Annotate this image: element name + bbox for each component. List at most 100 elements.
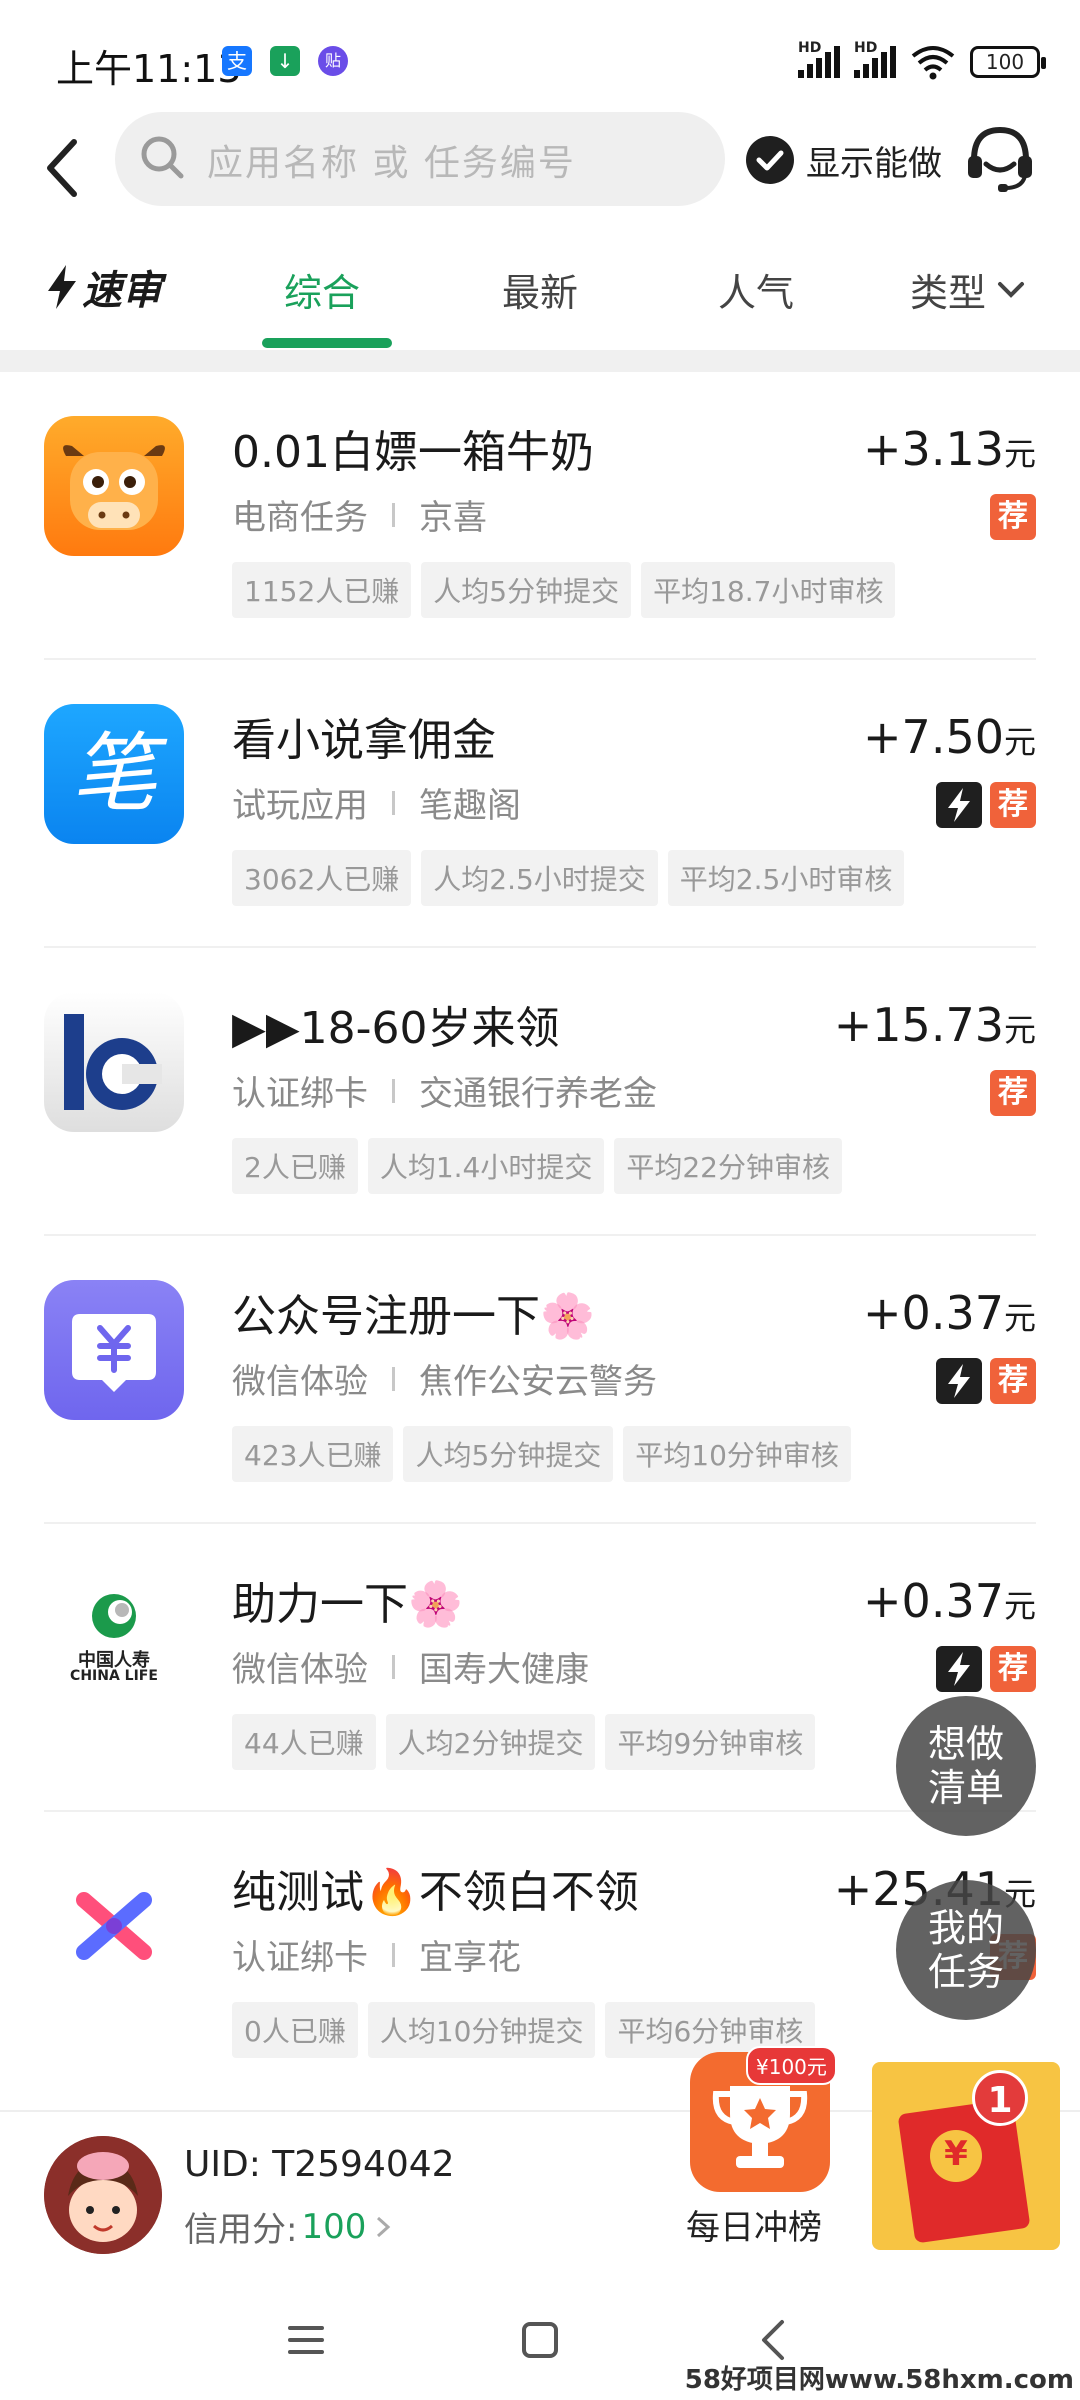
earned-count-tag: 1152人已赚	[232, 562, 412, 618]
user-bar: UID: T2594042 信用分: 100 ¥100元 每日冲榜 ¥ 1	[0, 2046, 1080, 2280]
speed-review-tab[interactable]: 速审	[44, 258, 162, 316]
daily-ranking-label: 每日冲榜	[686, 2208, 822, 2248]
task-badges: 荐	[936, 782, 1036, 828]
search-input[interactable]: 应用名称 或 任务编号	[115, 112, 725, 206]
reward-unit: 元	[1003, 435, 1036, 473]
yuan-chat-icon	[44, 1280, 184, 1420]
review-time-tag: 平均10分钟审核	[623, 1426, 851, 1482]
chevron-right-icon	[377, 2216, 391, 2237]
task-app: 笔趣阁	[419, 786, 521, 826]
wish-list-button[interactable]: 想做清单	[896, 1696, 1036, 1836]
earned-count-tag: 0人已赚	[232, 2002, 358, 2058]
china-life-en-text: CHINA LIFE	[70, 1668, 158, 1684]
show-can-do-label: 显示能做	[806, 143, 942, 184]
task-item[interactable]: 公众号注册一下🌸 微信体验 焦作公安云警务 423人已赚 人均5分钟提交 平均1…	[0, 1236, 1080, 1524]
battery-icon: 100	[970, 46, 1046, 78]
prize-badge: ¥100元	[746, 2046, 837, 2085]
task-item[interactable]: 0.01白嫖一箱牛奶 电商任务 京喜 1152人已赚 人均5分钟提交 平均18.…	[0, 372, 1080, 660]
reward-amount: +3.13	[863, 422, 1004, 476]
header: 应用名称 或 任务编号 显示能做	[0, 110, 1080, 220]
search-placeholder: 应用名称 或 任务编号	[207, 143, 576, 184]
credit-label: 信用分:	[184, 2210, 298, 2250]
tab-comprehensive[interactable]: 综合	[284, 262, 360, 317]
recommend-badge: 荐	[990, 782, 1036, 828]
status-indicators: HD HD 100	[798, 40, 1046, 84]
task-category: 微信体验	[232, 1362, 368, 1402]
task-item[interactable]: ▶▶18-60岁来领 认证绑卡 交通银行养老金 2人已赚 人均1.4小时提交 平…	[0, 948, 1080, 1236]
task-category: 试玩应用	[232, 786, 368, 826]
type-label: 类型	[910, 271, 987, 315]
biquge-pen-icon: 笔	[44, 704, 184, 844]
task-tags: 2人已赚 人均1.4小时提交 平均22分钟审核	[232, 1138, 842, 1194]
task-reward: +0.37元	[863, 1574, 1036, 1628]
task-app: 宜享花	[419, 1938, 521, 1978]
task-meta: 微信体验 国寿大健康	[232, 1642, 589, 1691]
biquge-glyph: 笔	[71, 724, 157, 824]
customer-service-icon[interactable]	[960, 118, 1040, 198]
task-title: 纯测试🔥不领白不领	[232, 1867, 639, 1918]
type-dropdown[interactable]: 类型	[910, 262, 1026, 317]
task-title: 0.01白嫖一箱牛奶	[232, 427, 594, 478]
recommend-badge: 荐	[990, 1070, 1036, 1116]
task-title: 看小说拿佣金	[232, 715, 496, 766]
signal-icon: HD	[798, 40, 840, 78]
task-meta: 微信体验 焦作公安云警务	[232, 1354, 657, 1403]
reward-amount: +0.37	[863, 1574, 1004, 1628]
task-title: 公众号注册一下🌸	[232, 1291, 595, 1342]
task-reward: +15.73元	[834, 998, 1036, 1052]
review-time-tag: 平均22分钟审核	[614, 1138, 842, 1194]
alipay-notification-icon: 支	[222, 46, 252, 76]
credit-score[interactable]: 信用分: 100	[184, 2202, 394, 2251]
menu-icon[interactable]	[276, 2310, 336, 2370]
meta-divider	[392, 1654, 395, 1679]
china-life-icon: 中国人寿 CHINA LIFE	[44, 1568, 184, 1708]
my-tasks-button[interactable]: 我的任务	[896, 1880, 1036, 2020]
reward-amount: +15.73	[833, 998, 1004, 1052]
system-nav-bar: 58好项目网www.58hxm.com	[0, 2280, 1080, 2400]
reward-unit: 元	[1003, 723, 1036, 761]
jingxi-cow-icon	[44, 416, 184, 556]
task-app: 交通银行养老金	[419, 1074, 657, 1114]
task-badges: 荐	[936, 1646, 1036, 1692]
recommend-badge: 荐	[990, 1358, 1036, 1404]
task-reward: +0.37元	[863, 1286, 1036, 1340]
fast-review-badge-icon	[936, 782, 982, 828]
task-badges: 荐	[990, 494, 1036, 540]
user-uid: UID: T2594042	[184, 2144, 455, 2185]
watermark: 58好项目网www.58hxm.com	[684, 2365, 1074, 2395]
avatar[interactable]	[44, 2136, 162, 2254]
submit-time-tag: 人均1.4小时提交	[367, 1138, 605, 1194]
earned-count-tag: 2人已赚	[232, 1138, 358, 1194]
tab-popular[interactable]: 人气	[718, 262, 794, 317]
yixianghua-icon	[44, 1856, 184, 1996]
show-can-do-toggle[interactable]: 显示能做	[746, 130, 942, 190]
back-icon[interactable]	[30, 128, 100, 208]
task-tags: 0人已赚 人均10分钟提交 平均6分钟审核	[232, 2002, 816, 2058]
home-icon[interactable]	[510, 2310, 570, 2370]
reward-amount: +7.50	[863, 710, 1004, 764]
search-icon	[141, 136, 184, 179]
meta-divider	[392, 502, 395, 527]
lightning-icon	[48, 265, 76, 309]
daily-ranking-button[interactable]: ¥100元 每日冲榜	[680, 2046, 840, 2272]
speed-review-label: 速审	[82, 268, 162, 314]
task-category: 电商任务	[232, 498, 368, 538]
submit-time-tag: 人均5分钟提交	[421, 562, 632, 618]
task-app: 国寿大健康	[419, 1650, 589, 1690]
task-item[interactable]: 笔 看小说拿佣金 试玩应用 笔趣阁 3062人已赚 人均2.5小时提交 平均2.…	[0, 660, 1080, 948]
task-reward: +3.13元	[863, 422, 1036, 476]
earned-count-tag: 3062人已赚	[232, 850, 412, 906]
status-bar: 上午11:13 支 ↓ 贴 HD HD 100	[0, 0, 1080, 120]
my-tasks-label: 我的任务	[927, 1906, 1004, 1994]
active-tab-indicator	[262, 338, 392, 348]
reward-amount: +0.37	[863, 1286, 1004, 1340]
chevron-down-icon	[998, 281, 1025, 298]
red-packet-button[interactable]: ¥ 1	[872, 2062, 1060, 2250]
section-divider	[0, 350, 1080, 372]
task-app: 焦作公安云警务	[419, 1362, 657, 1402]
tab-latest[interactable]: 最新	[502, 262, 578, 317]
meta-divider	[392, 1078, 395, 1103]
signal-icon: HD	[854, 40, 896, 78]
reward-unit: 元	[1003, 1587, 1036, 1625]
tieba-notification-icon: 贴	[318, 46, 348, 76]
